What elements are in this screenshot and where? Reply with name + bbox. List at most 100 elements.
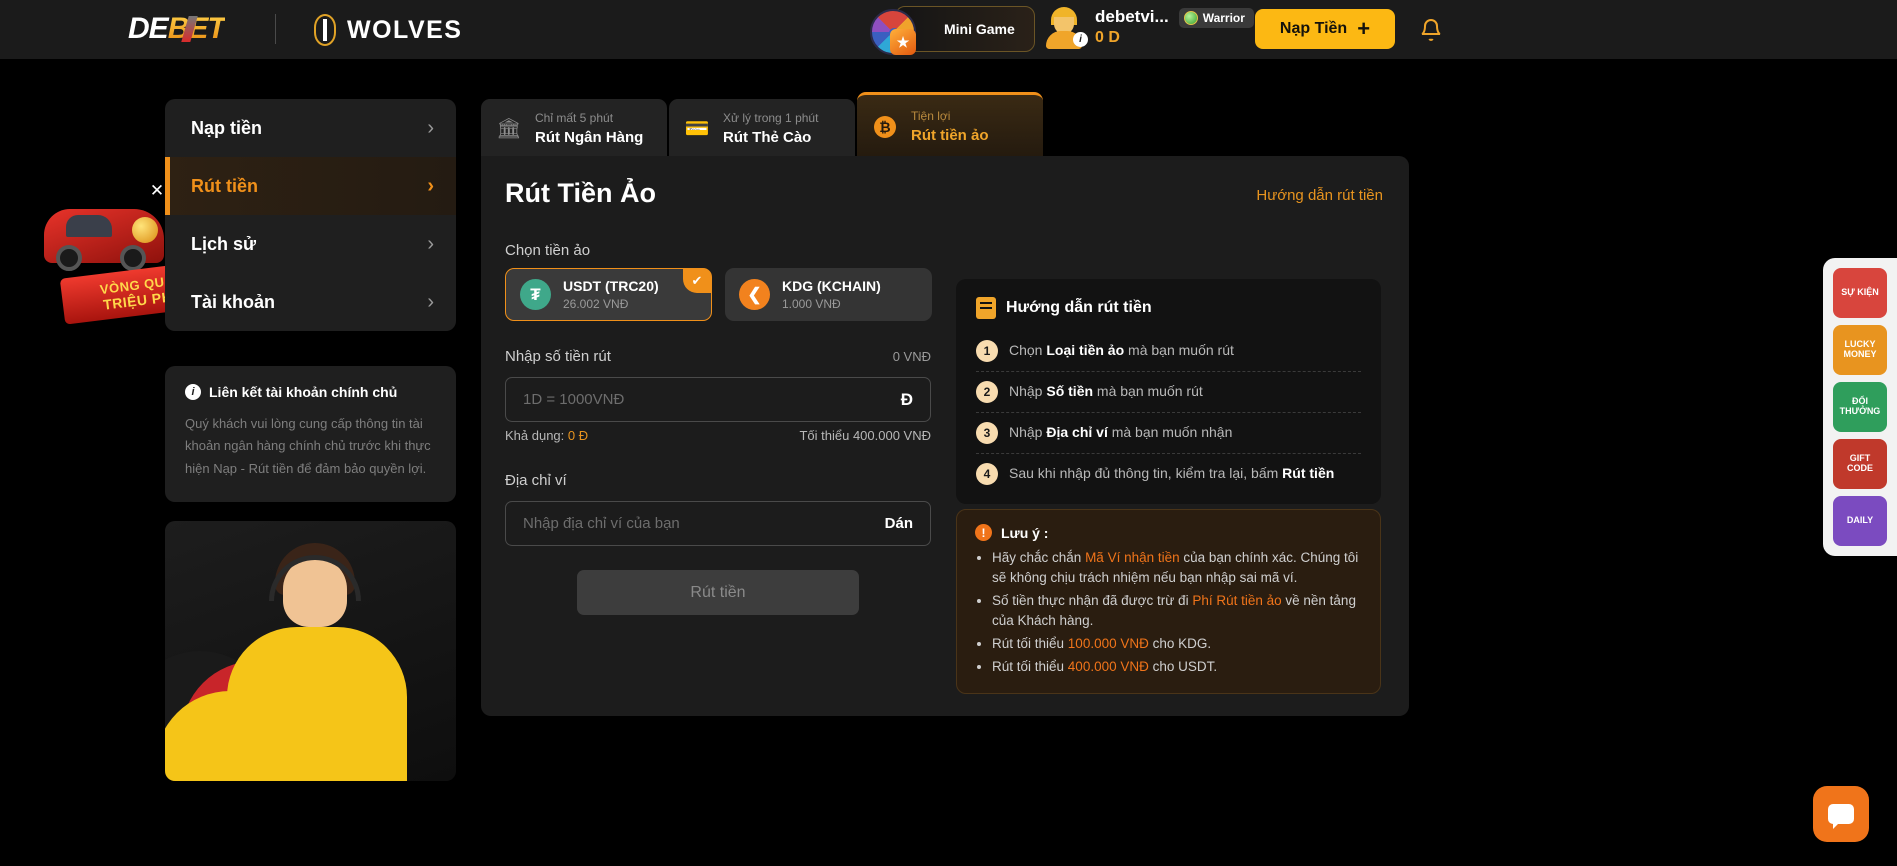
rail-item-su-kien[interactable]: SỰ KIỆN (1833, 268, 1887, 318)
note-item: Số tiền thực nhận đã được trừ đi Phí Rút… (992, 591, 1362, 631)
chevron-right-icon: › (427, 116, 434, 139)
note-item: Hãy chắc chắn Mã Ví nhận tiền của bạn ch… (992, 548, 1362, 588)
sidebar-item-rut-tien[interactable]: Rút tiền › (165, 157, 456, 215)
available-value: 0 Ð (567, 428, 589, 443)
chat-icon (1828, 804, 1854, 829)
guide-title: Hướng dẫn rút tiền (1006, 299, 1152, 316)
svg-text:₿: ₿ (879, 119, 890, 135)
sidebar-item-label: Tài khoản (191, 291, 276, 312)
right-rail: SỰ KIỆN LUCKY MONEY ĐỔI THƯỞNG GIFT CODE… (1823, 258, 1897, 556)
wallet-address-input[interactable]: Nhập địa chỉ ví của bạn Dán (505, 501, 931, 546)
logo-de-text: DE (128, 12, 169, 45)
sidebar-item-label: Nạp tiền (191, 117, 263, 138)
tab-rut-tien-ao[interactable]: ₿ Tiện lợi Rút tiền ảo (857, 92, 1043, 158)
amount-label-row: Nhập số tiền rút 0 VNĐ (505, 348, 931, 365)
rail-item-gift-code[interactable]: GIFT CODE (1833, 439, 1887, 489)
step-text: Sau khi nhập đủ thông tin, kiểm tra lại,… (1009, 465, 1335, 481)
mini-game-label: Mini Game (944, 21, 1015, 37)
daily-icon: DAILY (1846, 515, 1874, 526)
withdraw-guide-panel: Hướng dẫn rút tiền 1 Chọn Loại tiền ảo m… (956, 279, 1381, 504)
tab-rut-the-cao[interactable]: 💳 Xử lý trong 1 phút Rút Thẻ Cào (669, 99, 855, 158)
book-icon (976, 297, 996, 319)
guide-step: 4 Sau khi nhập đủ thông tin, kiểm tra lạ… (976, 453, 1361, 494)
step-text: Nhập Địa chỉ ví mà bạn muốn nhận (1009, 424, 1233, 440)
info-icon: i (185, 384, 201, 400)
note-title: Lưu ý : (1001, 524, 1049, 541)
coin-option-usdt[interactable]: ₮ USDT (TRC20) 26.002 VNĐ ✔ (505, 268, 712, 321)
lucky-money-icon: LUCKY MONEY (1843, 339, 1877, 359)
support-agent-image (165, 521, 456, 781)
coin-name: KDG (KCHAIN) (782, 277, 881, 294)
tab-subtitle: Chỉ mất 5 phút (535, 111, 614, 125)
withdraw-method-tabs: 🏛 Chỉ mất 5 phút Rút Ngân Hàng 💳 Xử lý t… (481, 92, 1045, 158)
step-text: Chọn Loại tiền ảo mà bạn muốn rút (1009, 342, 1234, 358)
tab-title: Rút Ngân Hàng (535, 129, 644, 146)
important-note: ! Lưu ý : Hãy chắc chắn Mã Ví nhận tiền … (956, 509, 1381, 694)
rank-badge: Warrior (1178, 7, 1254, 28)
sidebar-item-label: Rút tiền (191, 175, 258, 196)
wallet-placeholder: Nhập địa chỉ ví của bạn (523, 515, 680, 532)
close-icon[interactable]: ✕ (148, 182, 166, 200)
coin-rate: 1.000 VNĐ (782, 296, 841, 311)
rank-coin-icon (1183, 10, 1198, 25)
app-header: DE BET WOLVES ★ Mini Game i debetvi... W… (0, 0, 1897, 59)
rail-item-daily[interactable]: DAILY (1833, 496, 1887, 546)
amount-input[interactable]: 1D = 1000VNĐ Ð (505, 377, 931, 422)
coin-selector: ₮ USDT (TRC20) 26.002 VNĐ ✔ ❮ KDG (KCHAI… (505, 268, 932, 321)
sidebar-menu: Nạp tiền › Rút tiền › Lịch sử › Tài khoả… (165, 99, 456, 331)
sidebar-item-label: Lịch sử (191, 233, 257, 254)
amount-converted: 0 VNĐ (892, 349, 931, 364)
step-number: 4 (976, 463, 998, 485)
user-info[interactable]: i debetvi... Warrior 0 D (1045, 7, 1254, 49)
header-divider (275, 14, 276, 44)
amount-unit: Ð (900, 389, 913, 409)
step-text: Nhập Số tiền mà bạn muốn rút (1009, 383, 1203, 399)
dice-icon: ★ (890, 29, 916, 55)
step-number: 1 (976, 340, 998, 362)
rank-label: Warrior (1202, 10, 1245, 25)
link-account-notice: i Liên kết tài khoản chính chủ Quý khách… (165, 366, 456, 503)
coin-option-kdg[interactable]: ❮ KDG (KCHAIN) 1.000 VNĐ (725, 268, 932, 321)
warning-icon: ! (975, 524, 992, 541)
bell-icon[interactable] (1419, 18, 1443, 42)
username: debetvi... (1095, 7, 1169, 27)
tab-subtitle: Xử lý trong 1 phút (723, 111, 819, 125)
amount-meta: Khả dụng: 0 Ð Tối thiểu 400.000 VNĐ (505, 428, 931, 443)
rail-item-lucky-money[interactable]: LUCKY MONEY (1833, 325, 1887, 375)
partner-logo[interactable]: WOLVES (314, 14, 462, 46)
info-badge-icon: i (1073, 32, 1088, 47)
coin-name: USDT (TRC20) (563, 277, 659, 294)
guide-step: 1 Chọn Loại tiền ảo mà bạn muốn rút (976, 331, 1361, 371)
giftcode-icon: GIFT CODE (1846, 453, 1873, 473)
sidebar-item-tai-khoan[interactable]: Tài khoản › (165, 273, 456, 331)
sidebar-item-lich-su[interactable]: Lịch sử › (165, 215, 456, 273)
submit-withdraw-button[interactable]: Rút tiền (577, 570, 859, 615)
guide-step: 3 Nhập Địa chỉ ví mà bạn muốn nhận (976, 412, 1361, 453)
deposit-button[interactable]: Nạp Tiền + (1255, 9, 1395, 49)
partner-name: WOLVES (347, 15, 463, 44)
tab-title: Rút Thẻ Cào (723, 129, 812, 146)
promo-banner[interactable]: VÒNG QUAY TRIỆU PHÚ (40, 183, 225, 325)
check-icon: ✔ (683, 269, 711, 293)
minimum-note: Tối thiểu 400.000 VNĐ (799, 428, 931, 443)
avatar: i (1045, 7, 1088, 49)
paste-button[interactable]: Dán (885, 515, 913, 532)
chat-button[interactable] (1813, 786, 1869, 842)
brand-logo[interactable]: DE BET (128, 12, 226, 46)
reward-icon: ĐỔI THƯỞNG (1839, 396, 1881, 416)
step-number: 2 (976, 381, 998, 403)
plus-icon: + (1357, 16, 1371, 42)
sidebar-item-nap-tien[interactable]: Nạp tiền › (165, 99, 456, 157)
guide-link[interactable]: Hướng dẫn rút tiền (1256, 187, 1383, 204)
available-balance: Khả dụng: 0 Ð (505, 428, 589, 443)
chevron-right-icon: › (427, 290, 434, 313)
event-icon: SỰ KIỆN (1841, 287, 1879, 298)
step-number: 3 (976, 422, 998, 444)
deposit-label: Nạp Tiền (1279, 20, 1348, 37)
card-icon: 💳 (684, 118, 710, 140)
link-account-title: Liên kết tài khoản chính chủ (209, 384, 398, 400)
mini-game-button[interactable]: ★ Mini Game (870, 6, 1035, 55)
tab-rut-ngan-hang[interactable]: 🏛 Chỉ mất 5 phút Rút Ngân Hàng (481, 99, 667, 158)
rail-item-doi-thuong[interactable]: ĐỔI THƯỞNG (1833, 382, 1887, 432)
note-item: Rút tối thiểu 400.000 VNĐ cho USDT. (992, 657, 1362, 677)
